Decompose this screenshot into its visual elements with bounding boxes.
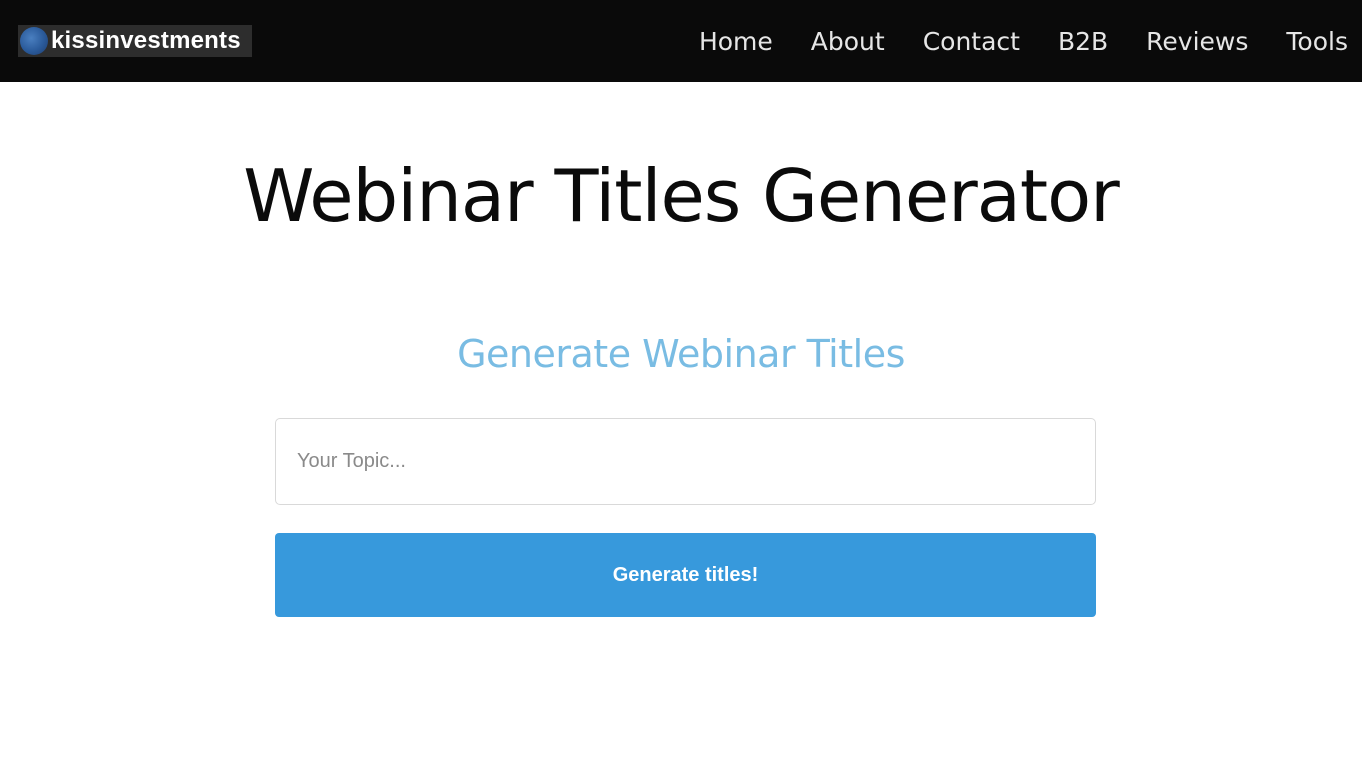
- nav-link-tools[interactable]: Tools: [1286, 26, 1348, 58]
- top-navbar: kissinvestments Home About Contact B2B R…: [0, 0, 1362, 82]
- nav-link-home[interactable]: Home: [699, 26, 773, 58]
- logo-text: kissinvestments: [51, 27, 241, 54]
- nav-link-about[interactable]: About: [811, 26, 885, 58]
- site-logo[interactable]: kissinvestments: [18, 25, 252, 57]
- topic-input[interactable]: [275, 418, 1096, 505]
- globe-logo-icon: [20, 27, 48, 55]
- nav-link-contact[interactable]: Contact: [923, 26, 1020, 58]
- generator-heading: Generate Webinar Titles: [457, 332, 905, 376]
- main-nav: Home About Contact B2B Reviews Tools: [661, 26, 1348, 58]
- page-title: Webinar Titles Generator: [243, 154, 1120, 238]
- generate-titles-button[interactable]: Generate titles!: [275, 533, 1096, 617]
- nav-link-reviews[interactable]: Reviews: [1146, 26, 1248, 58]
- nav-link-b2b[interactable]: B2B: [1058, 26, 1108, 58]
